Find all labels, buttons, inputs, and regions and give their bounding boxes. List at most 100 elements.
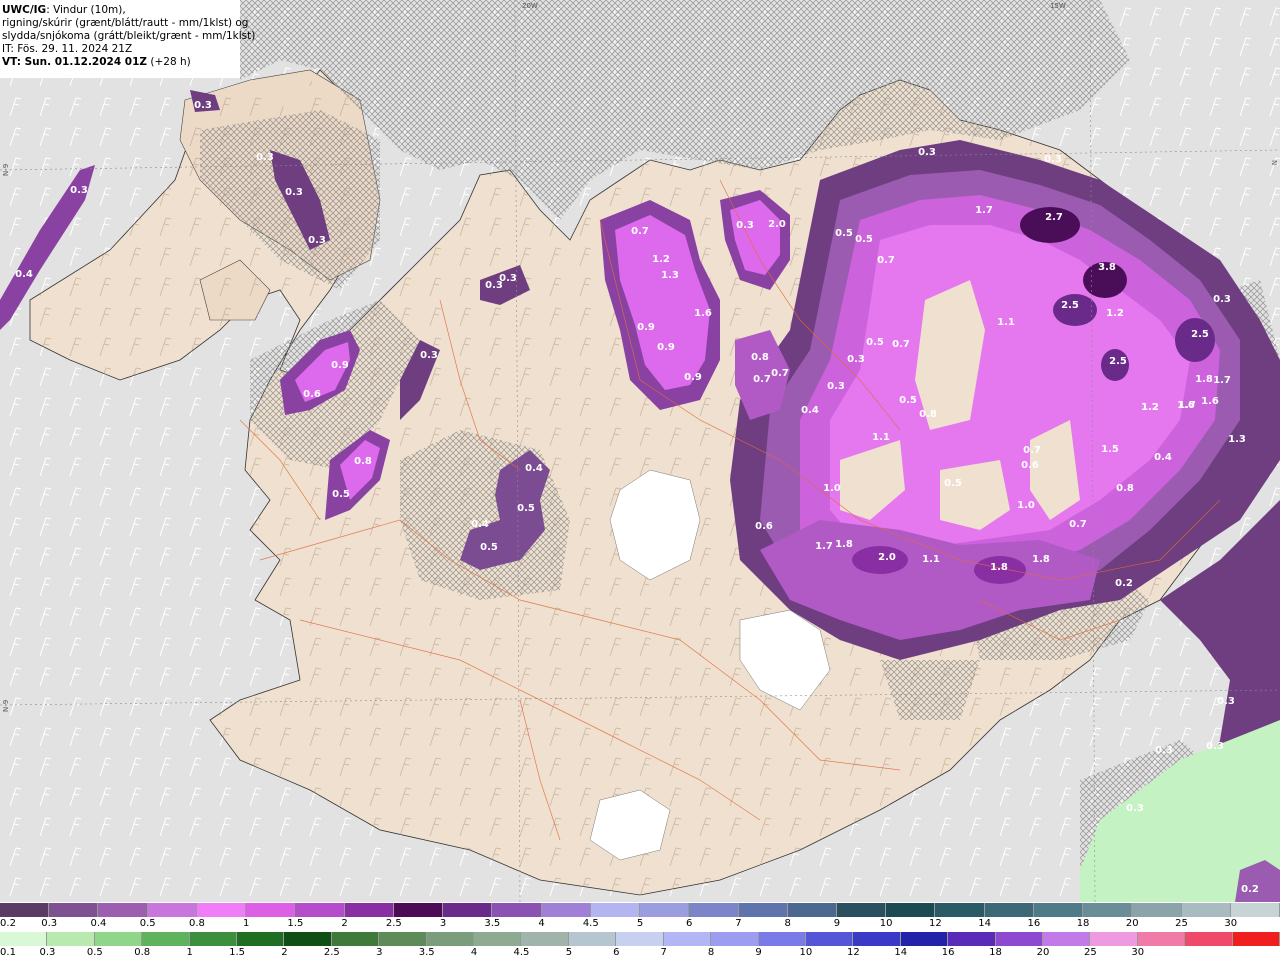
- precip-value-label: 0.3: [70, 185, 88, 196]
- precip-value-label: 1.7: [975, 205, 993, 216]
- rain-tick-label: 0.5: [86, 947, 103, 958]
- snow-tick-label: 0.4: [90, 918, 107, 929]
- rain-tick-label: 4: [470, 947, 478, 958]
- precip-value-label: 0.5: [332, 489, 350, 500]
- precip-value-label: 1.0: [1017, 500, 1035, 511]
- rain-swatch: [853, 932, 901, 946]
- rain-tick-label: 4.5: [513, 947, 530, 958]
- snow-tick-label: 0.2: [0, 918, 16, 929]
- snow-tick-label: 5: [636, 918, 644, 929]
- snow-swatch: [1230, 903, 1280, 917]
- snow-swatch: [1033, 903, 1084, 917]
- snow-swatch: [98, 903, 148, 917]
- precip-value-label: 0.5: [855, 234, 873, 245]
- rain-swatch: [189, 932, 238, 946]
- precipitation-wind-map: 20W 15W N-9 N-9 N 0.30.30.30.30.30.4 0.30…: [0, 0, 1280, 902]
- snow-tick-label: 4.5: [582, 918, 599, 929]
- snow-swatch: [787, 903, 837, 917]
- snow-tick-label: 9: [833, 918, 841, 929]
- snow-swatch: [246, 903, 296, 917]
- snow-tick-label: 25: [1175, 918, 1188, 929]
- model-name: UWC/IG: [2, 4, 47, 16]
- snow-colorbar: [0, 903, 1280, 917]
- snow-swatch: [0, 903, 50, 917]
- rain-tick-label: 5: [565, 947, 573, 958]
- title-line-3: slydda/snjókoma (grátt/bleikt/grænt - mm…: [2, 30, 256, 42]
- snow-tick-label: 3: [439, 918, 447, 929]
- snow-swatch: [886, 903, 936, 917]
- precip-value-label: 0.5: [835, 228, 853, 239]
- precip-value-label: 0.9: [637, 322, 655, 333]
- rain-swatch: [900, 932, 949, 946]
- snow-swatch: [836, 903, 887, 917]
- precip-value-label: 0.7: [753, 374, 771, 385]
- precip-value-label: 0.3: [1206, 741, 1224, 752]
- title-line-1: : Vindur (10m),: [46, 4, 126, 16]
- precip-value-label: 0.2: [1115, 578, 1133, 589]
- precip-value-label: 0.7: [1069, 519, 1087, 530]
- precip-value-label: 0.5: [866, 337, 884, 348]
- precip-value-label: 2.5: [1191, 329, 1209, 340]
- snow-tick-label: 14: [978, 918, 991, 929]
- precip-value-label: 1.1: [872, 432, 890, 443]
- precip-value-label: 0.4: [15, 269, 33, 280]
- rain-swatch: [805, 932, 854, 946]
- rain-tick-label: 14: [894, 947, 908, 958]
- precip-value-label: 0.3: [847, 354, 865, 365]
- precip-value-label: 0.7: [877, 255, 895, 266]
- rain-tick-label: 6: [613, 947, 620, 958]
- precip-value-label: 0.3: [285, 187, 303, 198]
- rain-swatch: [521, 932, 569, 946]
- rain-swatch: [426, 932, 475, 946]
- precip-value-label: 1.5: [1101, 444, 1119, 455]
- snow-tick-label: 3.5: [484, 918, 501, 929]
- precip-value-label: 0.4: [525, 463, 543, 474]
- snow-tick-label: 2.5: [385, 918, 402, 929]
- rain-swatch: [1137, 932, 1186, 946]
- snow-swatch: [541, 903, 591, 917]
- snow-swatch: [1083, 903, 1133, 917]
- snow-tick-label: 20: [1125, 918, 1139, 929]
- snow-swatch: [689, 903, 739, 917]
- precip-value-label: 2.5: [1109, 356, 1127, 367]
- precip-value-label: 0.3: [194, 100, 212, 111]
- precip-value-label: 0.3: [918, 147, 936, 158]
- precip-value-label: 0.9: [684, 372, 702, 383]
- precip-value-label: 0.3: [1126, 803, 1144, 814]
- lead-time: (+28 h): [147, 56, 191, 68]
- weather-map-view: 20W 15W N-9 N-9 N 0.3 0.3 0.3 0.3 0.3 0.4 0.3 0…: [0, 0, 1280, 960]
- title-line-2: rigning/skúrir (grænt/blátt/rautt - mm/1…: [2, 17, 249, 29]
- rain-swatch: [568, 932, 617, 946]
- precip-value-label: 1.8: [990, 562, 1008, 573]
- rain-tick-label: 25: [1083, 947, 1097, 958]
- valid-time: VT: Sun. 01.12.2024 01Z: [2, 56, 148, 68]
- precip-value-label: 0.8: [1116, 483, 1134, 494]
- snow-swatch: [344, 903, 394, 917]
- precip-value-label: 1.7: [1178, 400, 1196, 411]
- snow-swatch: [147, 903, 197, 917]
- rain-swatch: [711, 932, 759, 946]
- rain-tick-label: 1: [186, 947, 193, 958]
- precip-value-label: 0.5: [899, 395, 917, 406]
- snow-swatch: [1132, 903, 1182, 917]
- lon-label-20w: 20W: [522, 2, 538, 10]
- precip-value-label: 0.3: [485, 280, 503, 291]
- precip-value-label: 0.3: [1213, 294, 1231, 305]
- snow-swatch: [492, 903, 542, 917]
- rain-tick-label: 10: [799, 947, 813, 958]
- rain-swatch: [284, 932, 332, 946]
- precip-value-label: 0.8: [919, 409, 937, 420]
- rain-tick-label: 20: [1036, 947, 1050, 958]
- snow-swatch: [984, 903, 1034, 917]
- precip-value-label: 1.8: [835, 539, 853, 550]
- snow-tick-label: 0.8: [188, 918, 205, 929]
- rain-swatch: [331, 932, 380, 946]
- lat-label-right: N: [1270, 160, 1278, 165]
- precip-value-label: 1.1: [922, 554, 940, 565]
- precip-value-label: 0.4: [801, 405, 819, 416]
- rain-tick-label: 1.5: [229, 947, 245, 958]
- snow-tick-label: 0.3: [41, 918, 58, 929]
- snow-tick-label: 30: [1224, 918, 1238, 929]
- snow-swatch: [590, 903, 641, 917]
- rain-swatch: [1232, 932, 1280, 946]
